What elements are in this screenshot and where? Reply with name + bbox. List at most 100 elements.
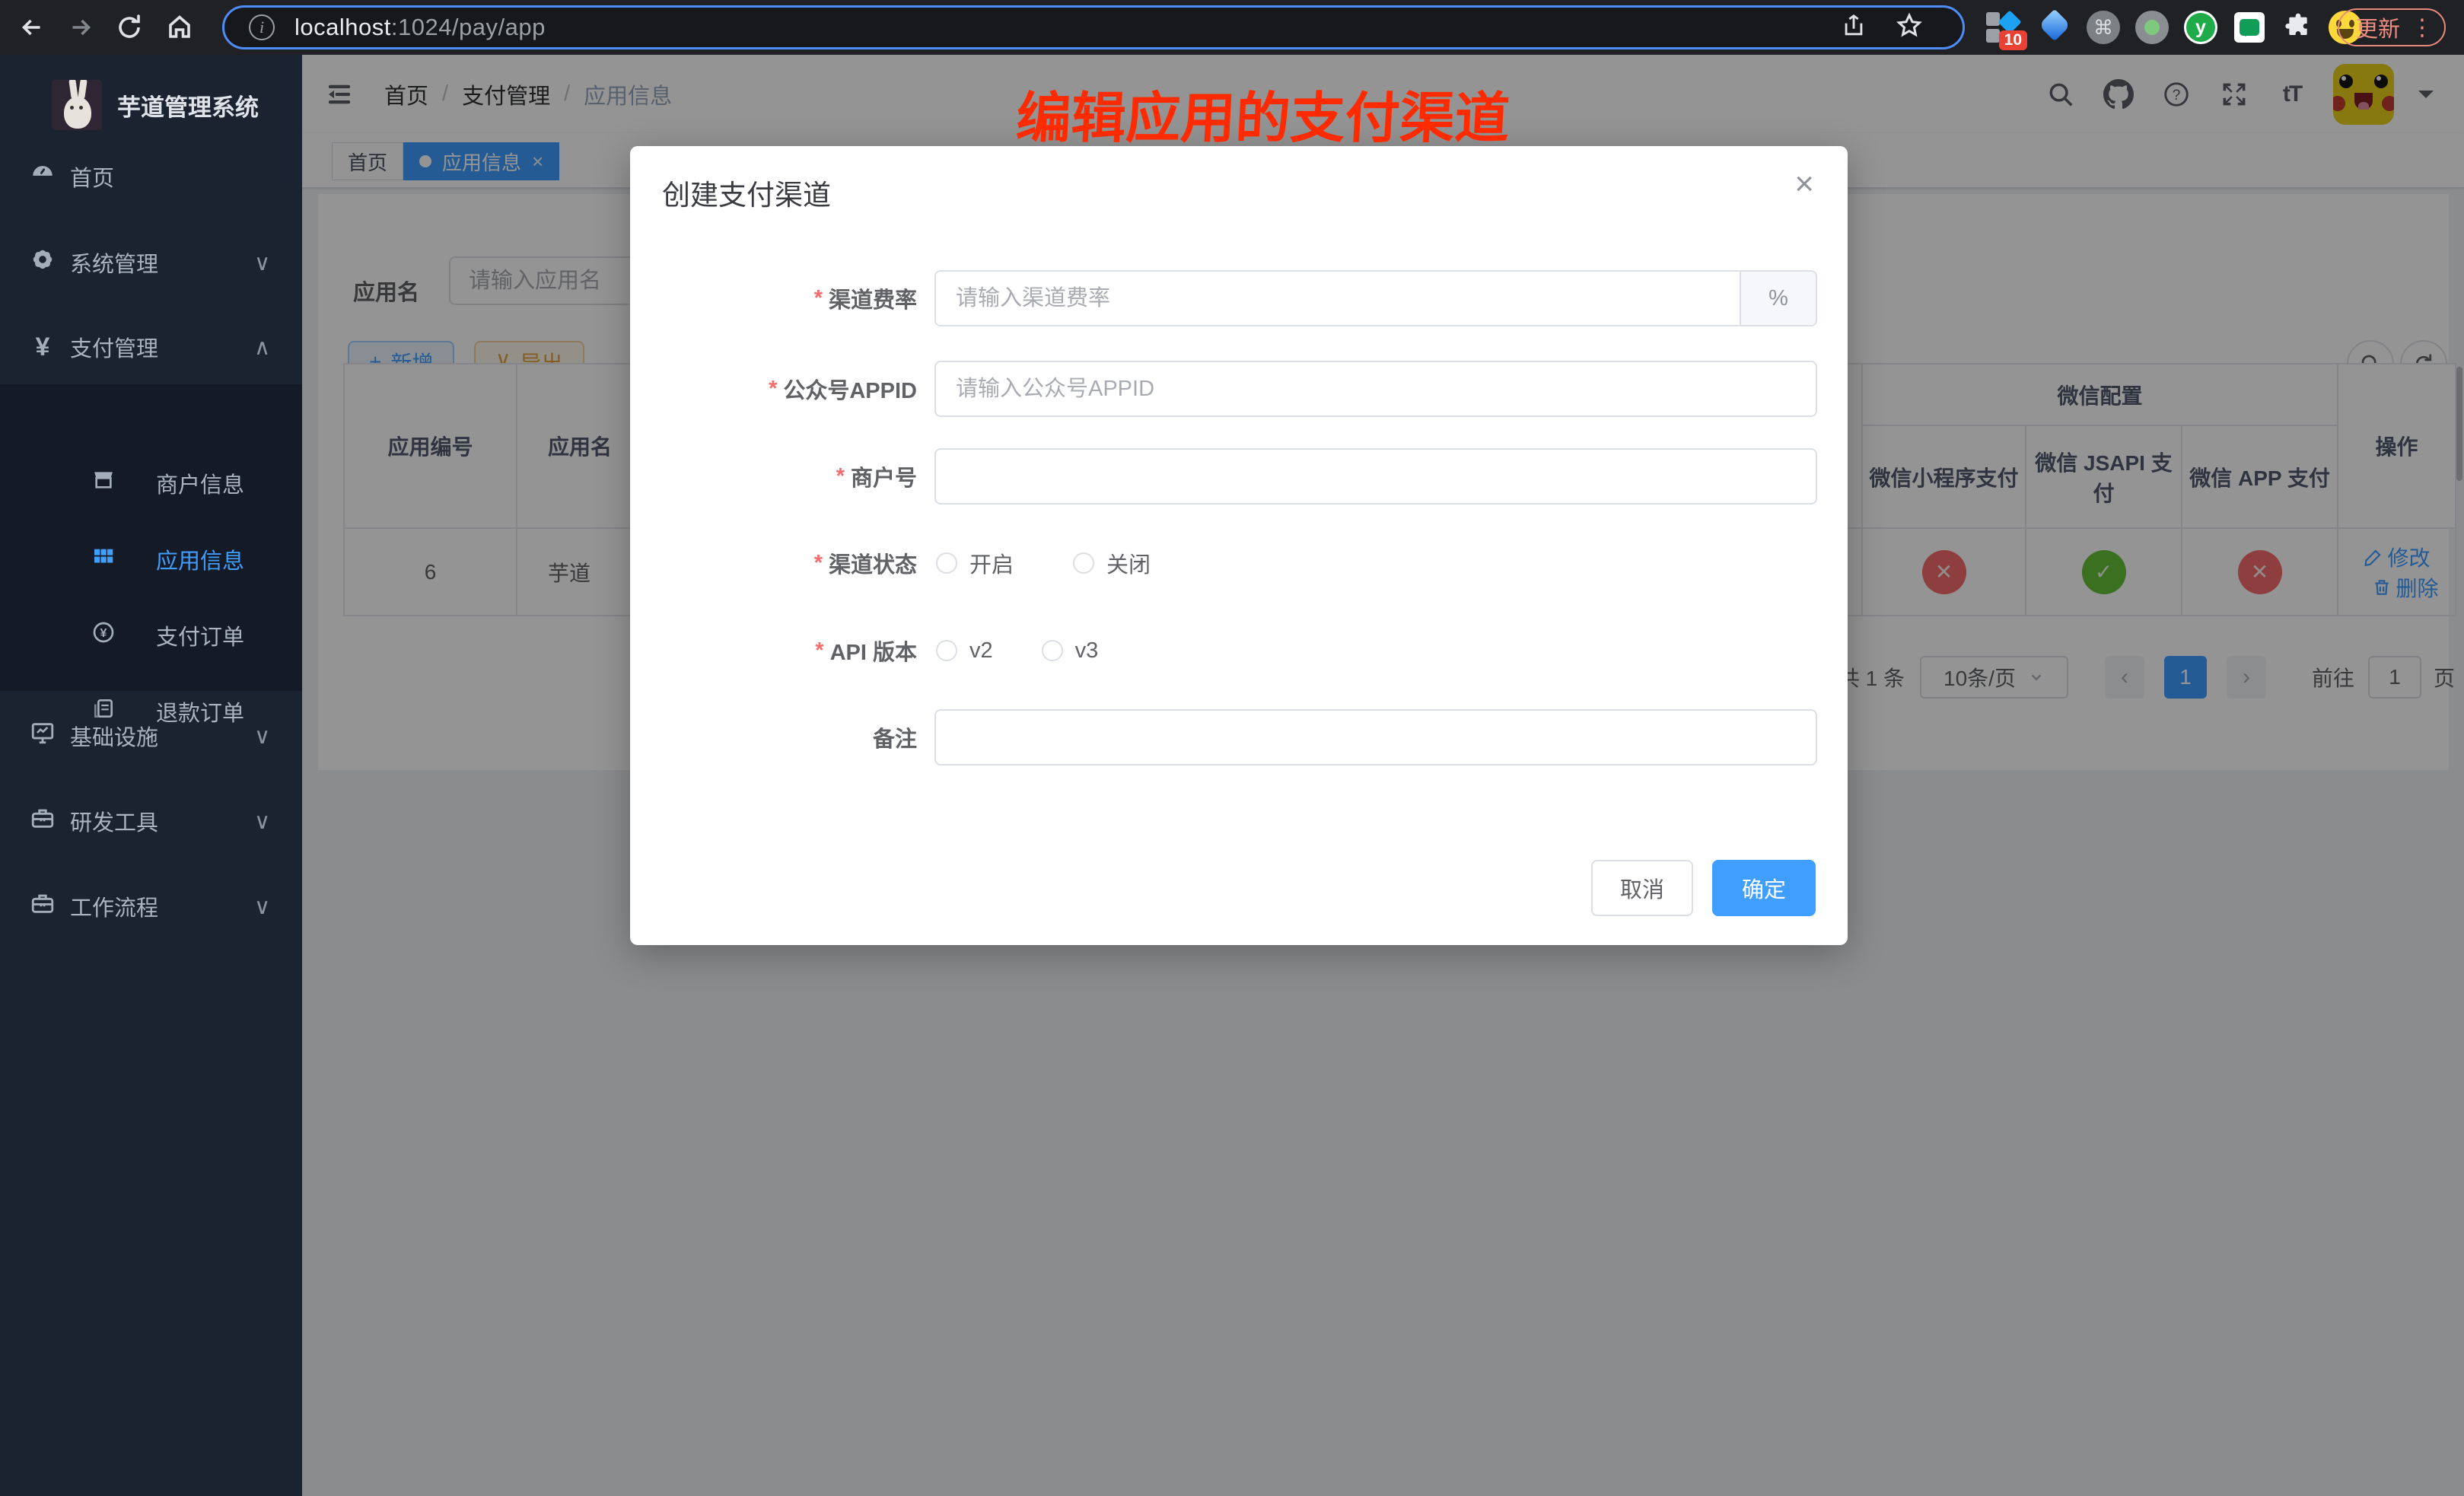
extension-badge: 10 [1999,30,2027,50]
extension-recorder-icon[interactable] [2134,9,2170,46]
required-asterisk: * [836,464,845,489]
cancel-button[interactable]: 取消 [1591,860,1693,916]
radio-label: 关闭 [1106,547,1151,579]
field-channel-rate: *渠道费率 % [630,270,1817,326]
radio-api-v3[interactable]: v3 [1042,638,1099,664]
sidebar-item-system[interactable]: 系统管理 ∨ [0,224,302,301]
percent-suffix: % [1740,272,1816,325]
extension-blocks-icon[interactable]: 10 [1985,9,2021,46]
app-title: 芋道管理系统 [117,88,259,123]
field-appid: *公众号APPID [630,361,1817,417]
extension-command-icon[interactable]: ⌘ [2085,9,2122,46]
dashboard-icon [27,161,58,193]
sidebar-item-label: 研发工具 [70,805,158,837]
browser-home-icon[interactable] [164,12,195,43]
radio-api-v2[interactable]: v2 [936,638,993,664]
sidebar-item-label: 商户信息 [156,467,244,499]
chevron-down-icon: ∨ [254,808,270,835]
field-label: 渠道状态 [829,547,917,579]
bookmark-star-icon[interactable] [1896,12,1923,43]
radio-status-closed[interactable]: 关闭 [1073,547,1151,579]
required-asterisk: * [815,638,823,664]
sidebar-item-dev-tools[interactable]: 研发工具 ∨ [0,783,302,859]
sidebar: 芋道管理系统 首页 系统管理 ∨ ¥ 支付管理 ∧ 商户信息 应用信息 [0,55,302,1496]
field-label: 商户号 [851,460,917,492]
appid-input[interactable] [934,361,1817,417]
field-remark: 备注 [630,709,1817,766]
monitor-icon [27,720,58,752]
field-label: 公众号APPID [783,373,917,405]
required-asterisk: * [814,286,823,311]
browser-back-icon[interactable] [17,12,47,43]
sidebar-item-label: 工作流程 [70,890,158,922]
radio-label: v2 [969,638,993,664]
app-logo-row[interactable]: 芋道管理系统 [0,68,302,142]
browser-toolbar: i localhost:1024/pay/app 10 ⌘ y 更新 ⋮ [0,0,2464,55]
chevron-down-icon: ∨ [254,723,270,750]
yen-icon: ¥ [27,333,58,362]
merchant-id-input[interactable] [934,448,1817,505]
site-info-icon[interactable]: i [249,14,275,40]
sidebar-item-label: 应用信息 [156,543,244,575]
sidebar-item-label: 支付订单 [156,619,244,651]
update-button[interactable]: 更新 ⋮ [2338,8,2446,46]
annotation-text: 编辑应用的支付渠道 [995,73,1532,153]
radio-label: 开启 [969,547,1014,579]
field-channel-status: *渠道状态 开启 关闭 [630,535,1817,591]
sidebar-item-label: 系统管理 [70,247,158,279]
field-label: API 版本 [830,635,917,667]
radio-label: v3 [1075,638,1099,664]
field-api-version: * API 版本 v2 v3 [630,622,1817,679]
browser-reload-icon[interactable] [114,12,145,43]
sidebar-item-home[interactable]: 首页 [0,138,302,215]
extension-y-icon[interactable]: y [2182,9,2219,46]
create-channel-dialog: 创建支付渠道 × *渠道费率 % *公众号APPID *商户号 *渠道状态 开启… [630,146,1848,945]
field-label: 渠道费率 [829,282,917,314]
payment-submenu: 商户信息 应用信息 ¥ 支付订单 退款订单 [0,384,302,691]
dialog-close-icon[interactable]: × [1794,167,1814,201]
required-asterisk: * [769,377,777,402]
app-logo [52,80,102,130]
chevron-down-icon: ∨ [254,250,270,276]
briefcase-icon [27,890,58,922]
share-icon[interactable] [1841,13,1867,43]
confirm-button[interactable]: 确定 [1712,860,1816,916]
chevron-down-icon: ∨ [254,893,270,920]
required-asterisk: * [814,551,823,576]
sidebar-item-payment[interactable]: ¥ 支付管理 ∧ [0,309,302,385]
radio-status-open[interactable]: 开启 [936,547,1014,579]
browser-forward-icon[interactable] [65,12,96,43]
sidebar-item-label: 首页 [70,161,114,193]
gear-icon [27,247,58,279]
shop-icon [90,468,117,498]
field-label: 备注 [873,721,917,753]
sidebar-item-pay-orders[interactable]: ¥ 支付订单 [0,597,302,673]
channel-rate-input[interactable] [936,272,1740,325]
field-merchant-id: *商户号 [630,448,1817,505]
sidebar-item-infrastructure[interactable]: 基础设施 ∨ [0,698,302,774]
url-path: :1024/pay/app [391,14,546,40]
sidebar-item-merchant-info[interactable]: 商户信息 [0,445,302,521]
remark-input[interactable] [934,709,1817,766]
extensions-puzzle-icon[interactable] [2280,9,2316,46]
grid-icon [90,544,117,575]
dialog-title: 创建支付渠道 [662,172,831,213]
extension-kite-icon[interactable] [2036,9,2073,46]
yen-circle-icon: ¥ [90,620,117,651]
update-label: 更新 [2356,11,2400,43]
url-bar[interactable]: i localhost:1024/pay/app [222,5,1965,49]
radio-circle-icon [936,640,957,661]
radio-circle-icon [936,552,957,574]
chevron-up-icon: ∧ [254,334,270,361]
sidebar-item-app-info[interactable]: 应用信息 [0,521,302,597]
radio-circle-icon [1042,640,1063,661]
svg-text:¥: ¥ [100,627,107,640]
sidebar-item-workflow[interactable]: 工作流程 ∨ [0,868,302,944]
browser-menu-icon[interactable]: ⋮ [2411,14,2434,41]
url-host: localhost [294,14,391,40]
extension-chat-icon[interactable] [2231,9,2268,46]
sidebar-item-label: 基础设施 [70,720,158,752]
toolbox-icon [27,805,58,837]
radio-circle-icon [1073,552,1094,574]
sidebar-item-label: 支付管理 [70,331,158,363]
